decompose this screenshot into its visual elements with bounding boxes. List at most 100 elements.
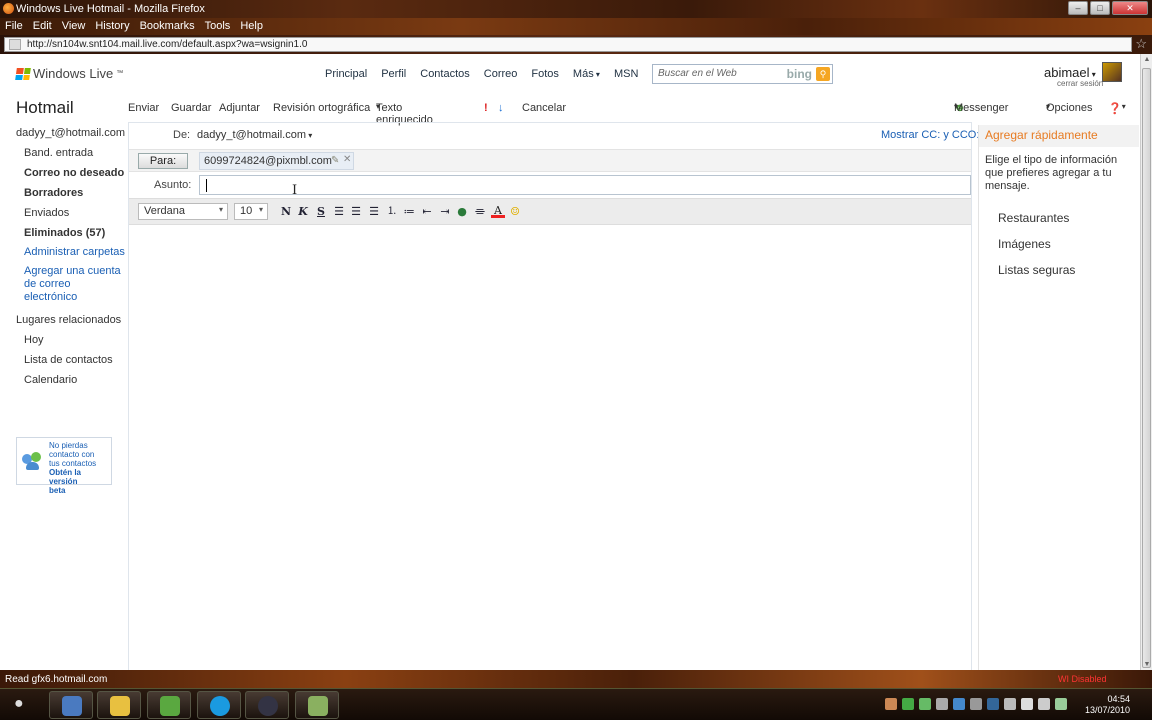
folder-junk[interactable]: Correo no deseado <box>24 167 124 179</box>
high-importance-icon[interactable]: ! <box>484 102 488 114</box>
related-calendar[interactable]: Calendario <box>24 374 77 386</box>
related-contacts[interactable]: Lista de contactos <box>24 354 113 366</box>
underline-button[interactable]: S <box>314 205 328 219</box>
network-icon[interactable] <box>1004 698 1016 710</box>
signout-link[interactable]: cerrar sesión <box>1057 79 1103 88</box>
scroll-thumb[interactable] <box>1142 68 1151 668</box>
messenger-beta-promo[interactable]: No pierdas contacto con tus contactos Ob… <box>16 437 112 495</box>
insert-link-icon[interactable]: ● <box>455 205 469 219</box>
nav-fotos[interactable]: Fotos <box>531 68 559 80</box>
menu-help[interactable]: Help <box>235 18 268 35</box>
attach-button[interactable]: Adjuntar <box>219 102 260 114</box>
align-left-icon[interactable]: ☰ <box>332 205 346 219</box>
decrease-indent-icon[interactable]: ⇤ <box>420 205 434 219</box>
taskbar-app[interactable] <box>295 691 339 719</box>
menu-bookmarks[interactable]: Bookmarks <box>135 18 200 35</box>
folder-deleted[interactable]: Eliminados (57) <box>24 227 105 239</box>
account-email[interactable]: dadyy_t@hotmail.com <box>16 127 125 139</box>
battery-icon[interactable] <box>1055 698 1067 710</box>
recipient-chip[interactable]: 6099724824@pixmbl.com ✎ ✕ <box>199 152 354 170</box>
nav-correo[interactable]: Correo <box>484 68 518 80</box>
volume-icon[interactable] <box>1038 698 1050 710</box>
url-field[interactable]: http://sn104w.snt104.mail.live.com/defau… <box>4 37 1132 52</box>
menu-file[interactable]: File <box>0 18 28 35</box>
tray-icon[interactable] <box>936 698 948 710</box>
quick-add-restaurants[interactable]: Restaurantes <box>998 211 1069 225</box>
low-importance-icon[interactable]: ↓ <box>498 102 504 114</box>
nav-perfil[interactable]: Perfil <box>381 68 406 80</box>
from-select[interactable]: dadyy_t@hotmail.com ▾ <box>197 129 312 141</box>
taskbar-paint[interactable] <box>97 691 141 719</box>
site-identity-icon[interactable] <box>9 39 21 50</box>
tray-icon[interactable] <box>970 698 982 710</box>
bullet-list-icon[interactable]: ≔ <box>402 205 416 219</box>
menu-edit[interactable]: Edit <box>28 18 57 35</box>
tray-icon[interactable] <box>919 698 931 710</box>
maximize-button[interactable]: □ <box>1090 1 1110 15</box>
tray-icon[interactable] <box>953 698 965 710</box>
page-scrollbar[interactable]: ▲ ▼ <box>1140 54 1152 670</box>
align-right-icon[interactable]: ☰ <box>367 205 381 219</box>
close-button[interactable]: ✕ <box>1112 1 1148 15</box>
quick-add-safe-lists[interactable]: Listas seguras <box>998 263 1075 277</box>
send-button[interactable]: Enviar <box>128 102 159 114</box>
help-icon[interactable]: ❓ ▾ <box>1108 102 1126 115</box>
manage-folders-link[interactable]: Administrar carpetas <box>24 246 125 258</box>
font-family-select[interactable]: Verdana ▾ <box>138 203 228 220</box>
font-size-select[interactable]: 10 ▾ <box>234 203 268 220</box>
nav-contactos[interactable]: Contactos <box>420 68 470 80</box>
bluetooth-icon[interactable] <box>987 698 999 710</box>
tray-icon[interactable] <box>902 698 914 710</box>
bookmark-star-icon[interactable]: ☆ <box>1135 36 1147 52</box>
italic-button[interactable]: K <box>296 205 310 219</box>
avatar[interactable] <box>1102 62 1122 82</box>
web-search-input[interactable]: Buscar en el Web bing ⚲ <box>652 64 833 84</box>
folder-inbox[interactable]: Band. entrada <box>24 147 93 159</box>
search-icon[interactable]: ⚲ <box>816 67 830 81</box>
related-today[interactable]: Hoy <box>24 334 44 346</box>
menu-view[interactable]: View <box>57 18 91 35</box>
show-cc-bcc-link[interactable]: Mostrar CC: y CCO: <box>881 129 979 141</box>
folder-drafts[interactable]: Borradores <box>24 187 83 199</box>
start-button[interactable]: ● <box>14 695 36 715</box>
minimize-button[interactable]: – <box>1068 1 1088 15</box>
menu-history[interactable]: History <box>90 18 134 35</box>
taskbar-messenger[interactable] <box>147 691 191 719</box>
nav-mas[interactable]: Más ▾ <box>573 68 600 80</box>
signal-icon[interactable] <box>1021 698 1033 710</box>
windows-live-logo[interactable]: Windows Live ™ <box>15 66 123 81</box>
folder-sent[interactable]: Enviados <box>24 207 69 219</box>
taskbar-skype[interactable] <box>197 691 241 719</box>
nav-msn[interactable]: MSN <box>614 68 638 80</box>
nav-principal[interactable]: Principal <box>325 68 367 80</box>
add-account-link[interactable]: Agregar una cuenta de correo electrónico <box>24 265 121 304</box>
strikethrough-icon[interactable]: ≡ <box>473 205 487 219</box>
scroll-down-icon[interactable]: ▼ <box>1142 661 1152 668</box>
increase-indent-icon[interactable]: ⇥ <box>438 205 452 219</box>
save-button[interactable]: Guardar <box>171 102 211 114</box>
user-menu[interactable]: abimael ▾ cerrar sesión <box>1044 65 1103 88</box>
cancel-button[interactable]: Cancelar <box>522 102 566 114</box>
menu-tools[interactable]: Tools <box>200 18 236 35</box>
bold-button[interactable]: N <box>279 205 293 219</box>
numbered-list-icon[interactable]: ⒈ <box>385 205 399 219</box>
align-center-icon[interactable]: ☰ <box>349 205 363 219</box>
taskbar-explorer[interactable] <box>49 691 93 719</box>
chevron-down-icon: ▾ <box>306 131 313 140</box>
scroll-up-icon[interactable]: ▲ <box>1142 56 1152 63</box>
app-icon <box>308 696 328 716</box>
tray-icon[interactable] <box>885 698 897 710</box>
spellcheck-button[interactable]: Revisión ortográfica <box>273 102 370 114</box>
system-clock[interactable]: 04:54 13/07/2010 <box>1080 694 1130 716</box>
hotmail-title[interactable]: Hotmail <box>16 98 74 118</box>
emoticon-icon[interactable]: ☺ <box>508 205 522 219</box>
remove-recipient-icon[interactable]: ✕ <box>343 154 351 165</box>
subject-input[interactable] <box>199 175 971 195</box>
message-body-editor[interactable] <box>129 226 971 670</box>
quick-add-images[interactable]: Imágenes <box>998 237 1051 251</box>
taskbar-browser[interactable] <box>245 691 289 719</box>
to-button[interactable]: Para: <box>138 153 188 169</box>
font-color-icon[interactable]: A <box>491 205 505 218</box>
skype-icon <box>210 696 230 716</box>
edit-pencil-icon[interactable]: ✎ <box>331 155 339 166</box>
